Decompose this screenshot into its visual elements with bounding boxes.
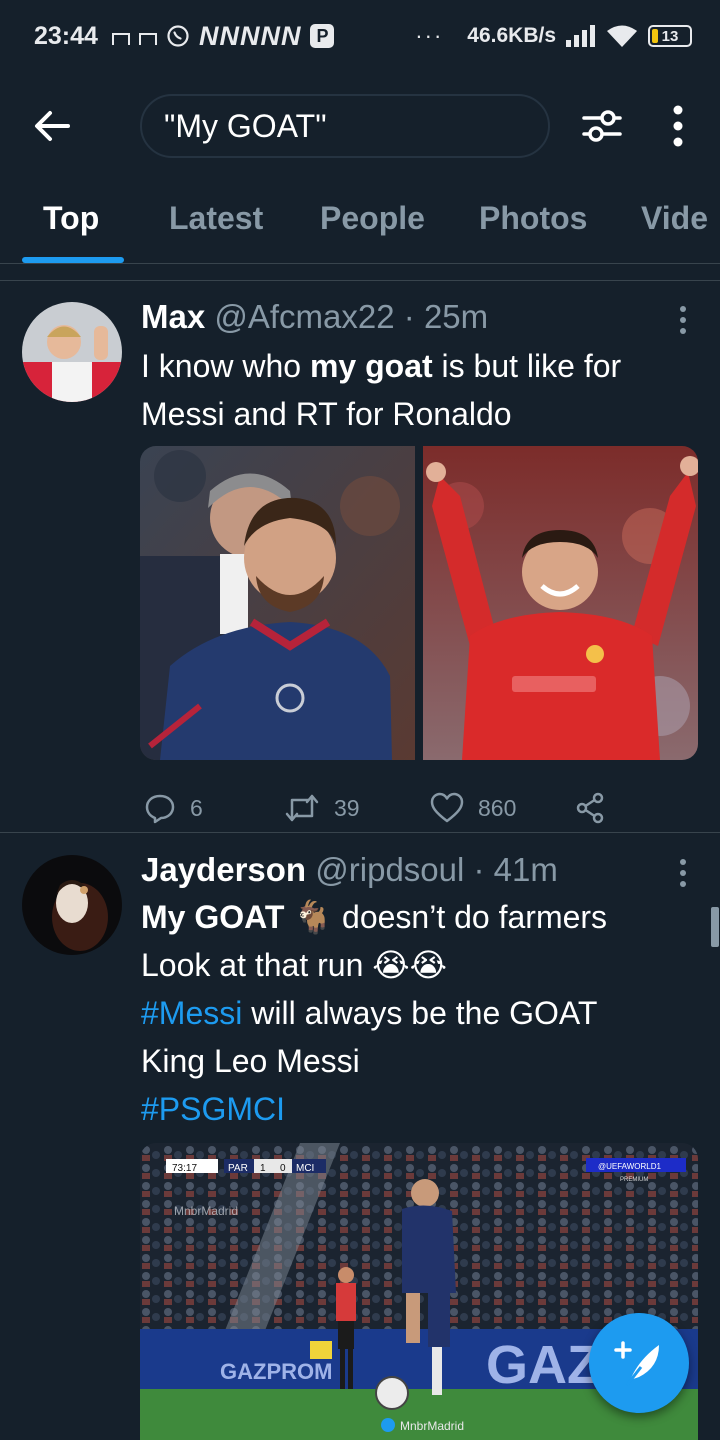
tweet-timestamp: · 41m xyxy=(473,851,558,888)
tweet-text-line: My GOAT 🐐 doesn’t do farmers xyxy=(141,893,701,941)
active-tab-indicator xyxy=(22,257,124,263)
share-icon xyxy=(576,792,604,824)
tweet-author-handle[interactable]: @ripdsoul xyxy=(315,851,464,888)
tab-latest[interactable]: Latest xyxy=(169,200,263,237)
compose-tweet-button[interactable] xyxy=(589,1313,689,1413)
avatar[interactable] xyxy=(22,302,122,402)
more-notifications-indicator: ··· xyxy=(415,23,444,48)
status-time: 23:44 xyxy=(34,21,98,50)
goat-emoji: 🐐 xyxy=(293,899,334,935)
tweet-text-part: Look at that run xyxy=(141,947,373,983)
retweet-icon xyxy=(285,794,319,822)
notification-icon xyxy=(138,33,157,45)
avatar-image xyxy=(22,855,122,955)
away-team: MCI xyxy=(296,1163,314,1174)
tweet-header: Jayderson @ripdsoul · 41m xyxy=(141,851,558,889)
notification-icon xyxy=(111,33,130,45)
status-notification-icons: NNNNN P xyxy=(111,20,335,52)
search-header: "My GOAT" xyxy=(0,84,720,168)
like-button[interactable]: 860 xyxy=(430,792,516,824)
tweet-text-highlight: My GOAT xyxy=(141,899,285,935)
retweet-button[interactable]: 39 xyxy=(284,792,360,824)
back-arrow-icon[interactable] xyxy=(28,102,76,150)
like-count: 860 xyxy=(478,794,517,821)
home-team: PAR xyxy=(228,1163,248,1174)
search-input[interactable]: "My GOAT" xyxy=(140,94,550,158)
watermark-bottom: MnbrMadrid xyxy=(400,1419,464,1433)
hashtag-link[interactable]: #PSGMCI xyxy=(141,1091,285,1127)
search-filter-icon[interactable] xyxy=(578,102,626,150)
tab-videos[interactable]: Vide xyxy=(641,200,708,237)
hashtag-link[interactable]: #Messi xyxy=(141,995,242,1031)
broadcaster-tag: @UEFAWORLD1 xyxy=(598,1162,661,1171)
heart-icon xyxy=(430,792,464,823)
media-photo-ronaldo[interactable] xyxy=(423,446,698,760)
search-query-text: "My GOAT" xyxy=(164,107,327,144)
home-score: 1 xyxy=(260,1163,266,1174)
tweet-text-part: I know who xyxy=(141,348,310,384)
compose-feather-icon xyxy=(614,1341,659,1386)
overflow-menu-icon[interactable] xyxy=(656,102,700,150)
watermark-top: MnbrMadrid xyxy=(174,1204,238,1218)
tweet-author-name[interactable]: Max xyxy=(141,298,205,335)
network-speed: 46.6KB/s xyxy=(467,24,556,47)
tweet-text: My GOAT 🐐 doesn’t do farmers Look at tha… xyxy=(141,893,701,1133)
match-clock: 73:17 xyxy=(172,1163,197,1174)
notification-n-icons: NNNNN xyxy=(198,20,302,51)
status-bar: 23:44 NNNNN P ··· 46.6KB/s 13 xyxy=(0,0,720,72)
away-score: 0 xyxy=(280,1163,286,1174)
avatar-image xyxy=(22,302,122,402)
tweet-actions: 6 39 860 xyxy=(140,792,640,832)
reply-count: 6 xyxy=(190,794,203,821)
media-photo-messi[interactable] xyxy=(140,446,415,760)
wifi-icon xyxy=(607,25,637,47)
search-tabs: Top Latest People Photos Vide xyxy=(0,186,720,264)
p-app-icon: P xyxy=(310,24,335,48)
tweet-menu-icon[interactable] xyxy=(670,302,696,338)
reply-button[interactable]: 6 xyxy=(144,792,203,824)
tweet-text-line: #PSGMCI xyxy=(141,1085,701,1133)
crying-emoji: 😭😭 xyxy=(372,947,448,983)
tweet-text-part: will always be the GOAT xyxy=(242,995,598,1031)
scrollbar-thumb[interactable] xyxy=(711,907,719,947)
tweet-media-grid[interactable] xyxy=(140,446,698,760)
reply-icon xyxy=(145,794,175,824)
tab-people[interactable]: People xyxy=(320,200,425,237)
tweet-text-line: #Messi will always be the GOAT xyxy=(141,989,701,1037)
tab-top[interactable]: Top xyxy=(43,200,99,237)
tweet-text-part: doesn’t do farmers xyxy=(333,899,608,935)
share-button[interactable] xyxy=(574,792,606,824)
tweet-timestamp: · 25m xyxy=(403,298,489,335)
whatsapp-icon xyxy=(167,25,189,47)
tweet-header: Max @Afcmax22 · 25m xyxy=(141,298,488,336)
tweet-text-line: Look at that run 😭😭 xyxy=(141,941,701,989)
battery-icon: 13 xyxy=(648,25,692,47)
tweet-author-handle[interactable]: @Afcmax22 xyxy=(214,298,394,335)
premium-tag: PREMIUM xyxy=(620,1177,648,1183)
tweet-text: I know who my goat is but like for Messi… xyxy=(141,342,701,438)
tweet-text-line: King Leo Messi xyxy=(141,1043,360,1079)
avatar[interactable] xyxy=(22,855,122,955)
tweet-text-highlight: my goat xyxy=(309,348,433,384)
tweet-author-name[interactable]: Jayderson xyxy=(141,851,306,888)
board-logo-text: GAZPROM xyxy=(220,1359,332,1384)
tab-photos[interactable]: Photos xyxy=(479,200,587,237)
tweet-menu-icon[interactable] xyxy=(670,855,696,891)
signal-icon xyxy=(566,25,595,47)
tweet[interactable]: Max @Afcmax22 · 25m I know who my goat i… xyxy=(0,280,720,832)
retweet-count: 39 xyxy=(334,794,360,821)
